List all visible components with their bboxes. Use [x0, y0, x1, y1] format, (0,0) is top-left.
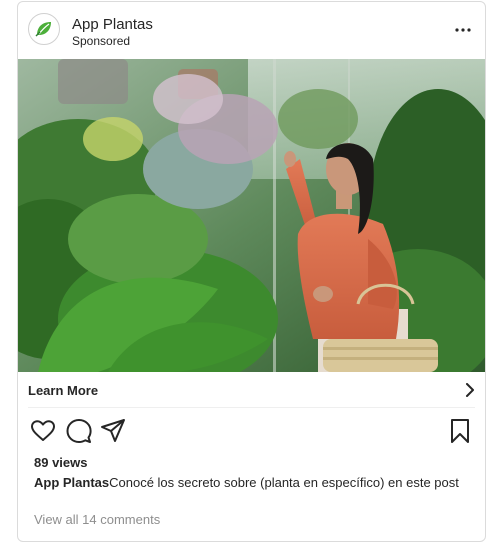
post-photo[interactable] — [18, 59, 485, 372]
post-actions — [30, 418, 473, 446]
sponsored-label: Sponsored — [72, 34, 131, 48]
avatar[interactable] — [28, 13, 60, 45]
view-comments-link[interactable]: View all 14 comments — [34, 512, 160, 527]
bookmark-icon — [451, 419, 469, 443]
account-name[interactable]: App Plantas — [72, 16, 153, 33]
greenhouse-photo — [18, 59, 485, 372]
chevron-right-icon — [466, 383, 474, 397]
caption-account-name[interactable]: App Plantas — [34, 475, 109, 490]
post-card: App Plantas Sponsored Learn More 89 view… — [17, 1, 486, 542]
views-count: 89 views — [34, 455, 88, 470]
caption-text: Conocé los secreto sobre (planta en espe… — [109, 475, 459, 490]
share-button[interactable] — [100, 418, 126, 444]
comment-icon — [66, 419, 92, 443]
heart-icon — [31, 420, 55, 441]
learn-more-button[interactable]: Learn More — [28, 373, 475, 408]
post-header: App Plantas Sponsored — [18, 2, 485, 58]
learn-more-label: Learn More — [28, 382, 99, 398]
like-button[interactable] — [30, 418, 56, 444]
save-button[interactable] — [447, 418, 473, 444]
leaf-logo-icon — [35, 22, 51, 37]
send-icon — [101, 419, 125, 442]
more-options-button[interactable] — [453, 20, 473, 40]
post-caption: App PlantasConocé los secreto sobre (pla… — [34, 474, 469, 492]
comment-button[interactable] — [66, 418, 92, 444]
more-horizontal-icon — [455, 28, 471, 32]
